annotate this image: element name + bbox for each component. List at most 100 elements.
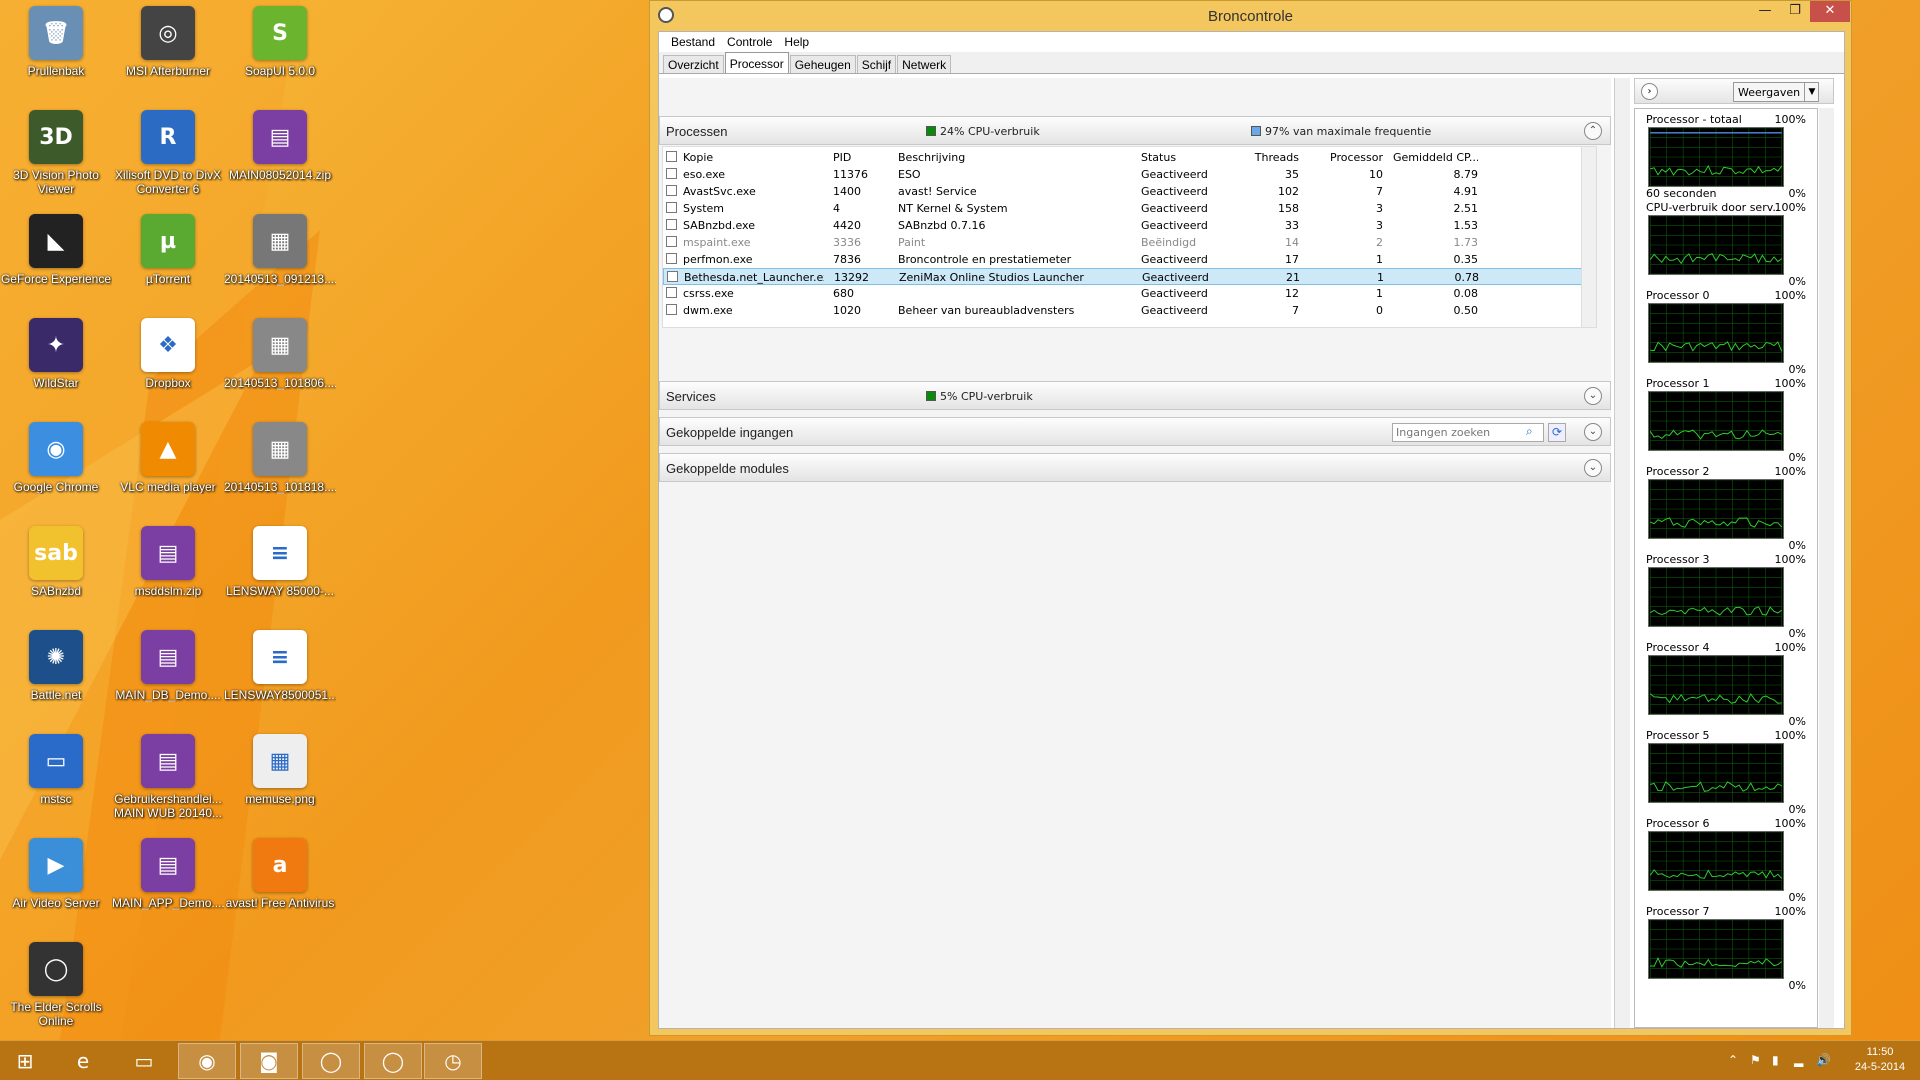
- col-kopie[interactable]: Kopie: [683, 151, 713, 164]
- tab-processor[interactable]: Processor: [724, 52, 789, 73]
- tab-geheugen[interactable]: Geheugen: [789, 55, 856, 73]
- cell-4: 33: [1285, 219, 1299, 232]
- taskbar-eso-1[interactable]: ◯: [302, 1043, 360, 1079]
- processes-header[interactable]: Processen 24% CPU-verbruik 97% van maxim…: [659, 116, 1611, 328]
- desktop-icon-19[interactable]: ▤ MAIN_DB_Demo....: [112, 630, 224, 728]
- title-bar[interactable]: Broncontrole — ❐ ✕: [650, 1, 1851, 31]
- processes-scrollbar[interactable]: [1581, 147, 1596, 327]
- desktop-icon-26[interactable]: a avast! Free Antivirus: [224, 838, 336, 936]
- desktop-icon-7[interactable]: µ µTorrent: [112, 214, 224, 312]
- sabnzbd-icon: sab: [29, 526, 83, 580]
- desktop-icon-5[interactable]: ▤ MAIN08052014.zip: [224, 110, 336, 208]
- graph-max: 100%: [1774, 289, 1806, 302]
- expand-icon[interactable]: ⌄: [1584, 459, 1602, 477]
- desktop-icon-6[interactable]: ◣ GeForce Experience: [0, 214, 112, 312]
- expand-icon[interactable]: ⌄: [1584, 387, 1602, 405]
- volume-icon[interactable]: 🔊: [1816, 1053, 1831, 1067]
- taskbar-chrome[interactable]: ◉: [178, 1043, 236, 1079]
- desktop-icon-22[interactable]: ▤ Gebruikershandlei... MAIN WUB 20140...: [112, 734, 224, 832]
- desktop-icon-10[interactable]: ❖ Dropbox: [112, 318, 224, 416]
- taskbar-ie[interactable]: e: [54, 1043, 112, 1079]
- system-clock[interactable]: 11:50 24-5-2014: [1845, 1045, 1915, 1075]
- action-center-flag-icon[interactable]: ⚑: [1750, 1053, 1761, 1067]
- taskbar-explorer[interactable]: ▭: [115, 1043, 173, 1079]
- power-icon[interactable]: ▮: [1772, 1053, 1779, 1067]
- col-beschrijving[interactable]: Beschrijving: [898, 151, 965, 164]
- row-checkbox[interactable]: [667, 271, 678, 282]
- desktop-icon-15[interactable]: sab SABnzbd: [0, 526, 112, 624]
- menu-controle[interactable]: Controle: [721, 32, 778, 52]
- row-checkbox[interactable]: [666, 236, 677, 247]
- services-header[interactable]: Services 5% CPU-verbruik ⌄: [659, 381, 1611, 410]
- col-processor[interactable]: Processor: [1317, 151, 1383, 164]
- row-checkbox[interactable]: [666, 168, 677, 179]
- graphs-scrollbar[interactable]: [1819, 108, 1834, 1028]
- expand-icon[interactable]: ⌄: [1584, 423, 1602, 441]
- row-checkbox[interactable]: [666, 202, 677, 213]
- desktop-icon-9[interactable]: ✦ WildStar: [0, 318, 112, 416]
- table-row[interactable]: System 4 NT Kernel & System Geactiveerd 158 3…: [663, 200, 1594, 217]
- col-pid[interactable]: PID: [833, 151, 851, 164]
- desktop-icon-4[interactable]: R Xilisoft DVD to DivX Converter 6: [112, 110, 224, 208]
- refresh-icon[interactable]: ⟳: [1548, 423, 1566, 442]
- network-icon[interactable]: ▂: [1794, 1053, 1803, 1067]
- select-all-checkbox[interactable]: [666, 151, 677, 162]
- table-row[interactable]: perfmon.exe 7836 Broncontrole en prestatie…: [663, 251, 1594, 268]
- start-button[interactable]: ⊞: [0, 1043, 50, 1079]
- col-threads[interactable]: Threads: [1239, 151, 1299, 164]
- modules-header[interactable]: Gekoppelde modules ⌄: [659, 453, 1611, 482]
- handles-search-input[interactable]: Ingangen zoeken: [1392, 423, 1544, 442]
- row-checkbox[interactable]: [666, 304, 677, 315]
- desktop-icon-13[interactable]: ▲ VLC media player: [112, 422, 224, 520]
- desktop-icon-11[interactable]: ▦ 20140513_101806....: [224, 318, 336, 416]
- col-avg-cpu[interactable]: Gemiddeld CP...: [1393, 151, 1478, 164]
- desktop-icon-12[interactable]: ◉ Google Chrome: [0, 422, 112, 520]
- col-status[interactable]: Status: [1141, 151, 1176, 164]
- table-row[interactable]: eso.exe 11376 ESO Geactiveerd 35 10 8.79: [663, 166, 1594, 183]
- desktop-icon-21[interactable]: ▭ mstsc: [0, 734, 112, 832]
- desktop-icon-16[interactable]: ▤ msddslm.zip: [112, 526, 224, 624]
- collapse-icon[interactable]: ⌃: [1584, 122, 1602, 140]
- desktop-icon-2[interactable]: S SoapUI 5.0.0: [224, 6, 336, 104]
- close-button[interactable]: ✕: [1810, 1, 1850, 22]
- chevron-right-icon[interactable]: ›: [1641, 83, 1658, 100]
- desktop-icon-14[interactable]: ▦ 20140513_101818....: [224, 422, 336, 520]
- tray-chevron-icon[interactable]: ⌃: [1728, 1053, 1738, 1067]
- desktop-icon-27[interactable]: ◯ The Elder Scrolls Online: [0, 942, 112, 1040]
- tab-schijf[interactable]: Schijf: [856, 55, 897, 73]
- desktop-icon-17[interactable]: ≡ LENSWAY 85000-...: [224, 526, 336, 624]
- taskbar-eso-2[interactable]: ◯: [364, 1043, 422, 1079]
- table-row[interactable]: SABnzbd.exe 4420 SABnzbd 0.7.16 Geactiveerd…: [663, 217, 1594, 234]
- table-row[interactable]: mspaint.exe 3336 Paint Beëindigd 14 2 1.73: [663, 234, 1594, 251]
- search-icon[interactable]: ⌕: [1526, 424, 1533, 439]
- desktop-icon-18[interactable]: ✺ Battle.net: [0, 630, 112, 728]
- desktop-icon-23[interactable]: ▦ memuse.png: [224, 734, 336, 832]
- chevron-down-icon[interactable]: ▼: [1804, 82, 1819, 102]
- table-row[interactable]: csrss.exe 680 Geactiveerd 12 1 0.08: [663, 285, 1594, 302]
- desktop-icon-25[interactable]: ▤ MAIN_APP_Demo....: [112, 838, 224, 936]
- menu-help[interactable]: Help: [778, 32, 815, 52]
- menu-bestand[interactable]: Bestand: [665, 32, 721, 52]
- desktop-icon-20[interactable]: ≡ LENSWAY8500051...: [224, 630, 336, 728]
- table-row[interactable]: dwm.exe 1020 Beheer van bureaubladvensters…: [663, 302, 1594, 319]
- table-row[interactable]: Bethesda.net_Launcher.exe 13292 ZeniMax On…: [663, 268, 1594, 285]
- taskbar-app-red[interactable]: ◙: [240, 1043, 298, 1079]
- desktop-icon-0[interactable]: 🗑 Prullenbak: [0, 6, 112, 104]
- desktop-icon-1[interactable]: ◎ MSI Afterburner: [112, 6, 224, 104]
- row-checkbox[interactable]: [666, 219, 677, 230]
- row-checkbox[interactable]: [666, 185, 677, 196]
- tab-overzicht[interactable]: Overzicht: [663, 55, 724, 73]
- desktop-icon-8[interactable]: ▦ 20140513_091213....: [224, 214, 336, 312]
- row-checkbox[interactable]: [666, 253, 677, 264]
- main-scrollbar[interactable]: [1614, 78, 1630, 1028]
- minimize-button[interactable]: —: [1750, 1, 1780, 22]
- taskbar-resmon[interactable]: ◷: [424, 1043, 482, 1079]
- row-checkbox[interactable]: [666, 287, 677, 298]
- desktop-icon-label: avast! Free Antivirus: [225, 896, 335, 910]
- table-row[interactable]: AvastSvc.exe 1400 avast! Service Geactiveer…: [663, 183, 1594, 200]
- handles-header[interactable]: Gekoppelde ingangen Ingangen zoeken ⌕ ⟳ …: [659, 417, 1611, 446]
- maximize-button[interactable]: ❐: [1780, 1, 1810, 22]
- desktop-icon-24[interactable]: ▶ Air Video Server: [0, 838, 112, 936]
- desktop-icon-3[interactable]: 3D 3D Vision Photo Viewer: [0, 110, 112, 208]
- tab-netwerk[interactable]: Netwerk: [897, 55, 952, 73]
